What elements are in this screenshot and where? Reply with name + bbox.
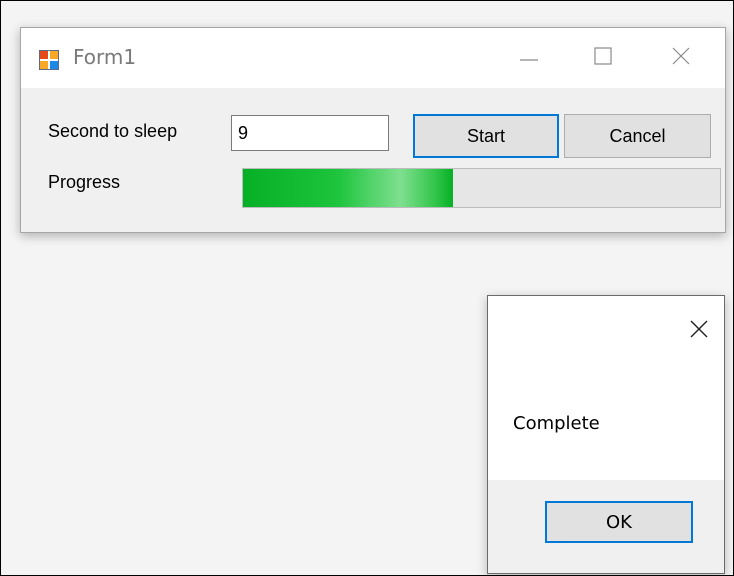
cancel-button[interactable]: Cancel — [564, 114, 711, 158]
form-app-icon — [39, 50, 59, 70]
start-button[interactable]: Start — [413, 114, 559, 158]
close-button[interactable] — [645, 28, 717, 88]
seconds-label: Second to sleep — [48, 121, 178, 141]
seconds-input[interactable] — [231, 115, 389, 151]
maximize-button[interactable] — [567, 28, 639, 88]
minimize-button[interactable] — [493, 28, 565, 88]
dialog-close-button[interactable] — [684, 316, 714, 346]
ok-button[interactable]: OK — [545, 501, 693, 543]
window-title: Form1 — [73, 45, 137, 69]
form1-window: Form1 Second to sleep Start Cancel Progr… — [20, 27, 726, 233]
progress-bar — [242, 168, 721, 208]
close-icon — [671, 46, 691, 71]
form-client-area: Second to sleep Start Cancel Progress — [21, 88, 725, 232]
message-box-dialog: Complete OK — [487, 295, 725, 574]
title-bar[interactable]: Form1 — [21, 28, 725, 88]
progress-bar-fill — [243, 169, 453, 207]
progress-label: Progress — [48, 172, 121, 192]
dialog-footer: OK — [488, 480, 724, 573]
close-icon — [688, 318, 710, 345]
dialog-message: Complete — [513, 413, 600, 434]
maximize-icon — [593, 46, 613, 71]
minimize-icon — [519, 46, 539, 71]
